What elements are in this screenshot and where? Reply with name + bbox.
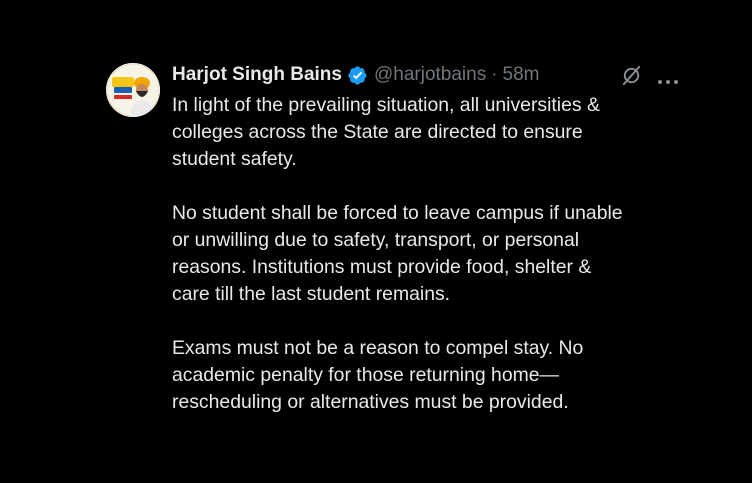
tweet-text-line: care till the last student remains. — [172, 283, 451, 305]
tweet-text: In light of the prevailing situation, al… — [172, 92, 732, 416]
grok-icon[interactable] — [620, 64, 643, 87]
tweet-paragraph: In light of the prevailing situation, al… — [172, 92, 732, 173]
tweet-text-line: student safety. — [172, 148, 297, 170]
more-options-icon[interactable] — [657, 72, 679, 84]
tweet-text-line: or unwilling due to safety, transport, o… — [172, 229, 580, 251]
tweet-header: Harjot Singh Bains @harjotbains · 58m — [172, 62, 540, 88]
verified-badge-icon[interactable] — [347, 65, 368, 86]
tweet-paragraph: No student shall be forced to leave camp… — [172, 200, 732, 308]
tweet-paragraph: Exams must not be a reason to compel sta… — [172, 335, 732, 416]
separator-dot: · — [491, 64, 498, 85]
tweet-text-line: No student shall be forced to leave camp… — [172, 202, 623, 224]
tweet-text-line: colleges across the State are directed t… — [172, 121, 583, 143]
tweet-text-line: academic penalty for those returning hom… — [172, 364, 559, 386]
tweet-text-line: rescheduling or alternatives must be pro… — [172, 391, 569, 413]
tweet: Harjot Singh Bains @harjotbains · 58m In… — [0, 0, 752, 483]
author-handle[interactable]: @harjotbains — [374, 64, 486, 86]
author-display-name[interactable]: Harjot Singh Bains — [172, 64, 342, 86]
tweet-text-line: reasons. Institutions must provide food,… — [172, 256, 592, 278]
tweet-text-line: In light of the prevailing situation, al… — [172, 94, 600, 116]
avatar-image — [106, 63, 160, 117]
tweet-timestamp[interactable]: 58m — [503, 64, 540, 86]
tweet-text-line: Exams must not be a reason to compel sta… — [172, 337, 584, 359]
author-avatar[interactable] — [106, 63, 160, 117]
